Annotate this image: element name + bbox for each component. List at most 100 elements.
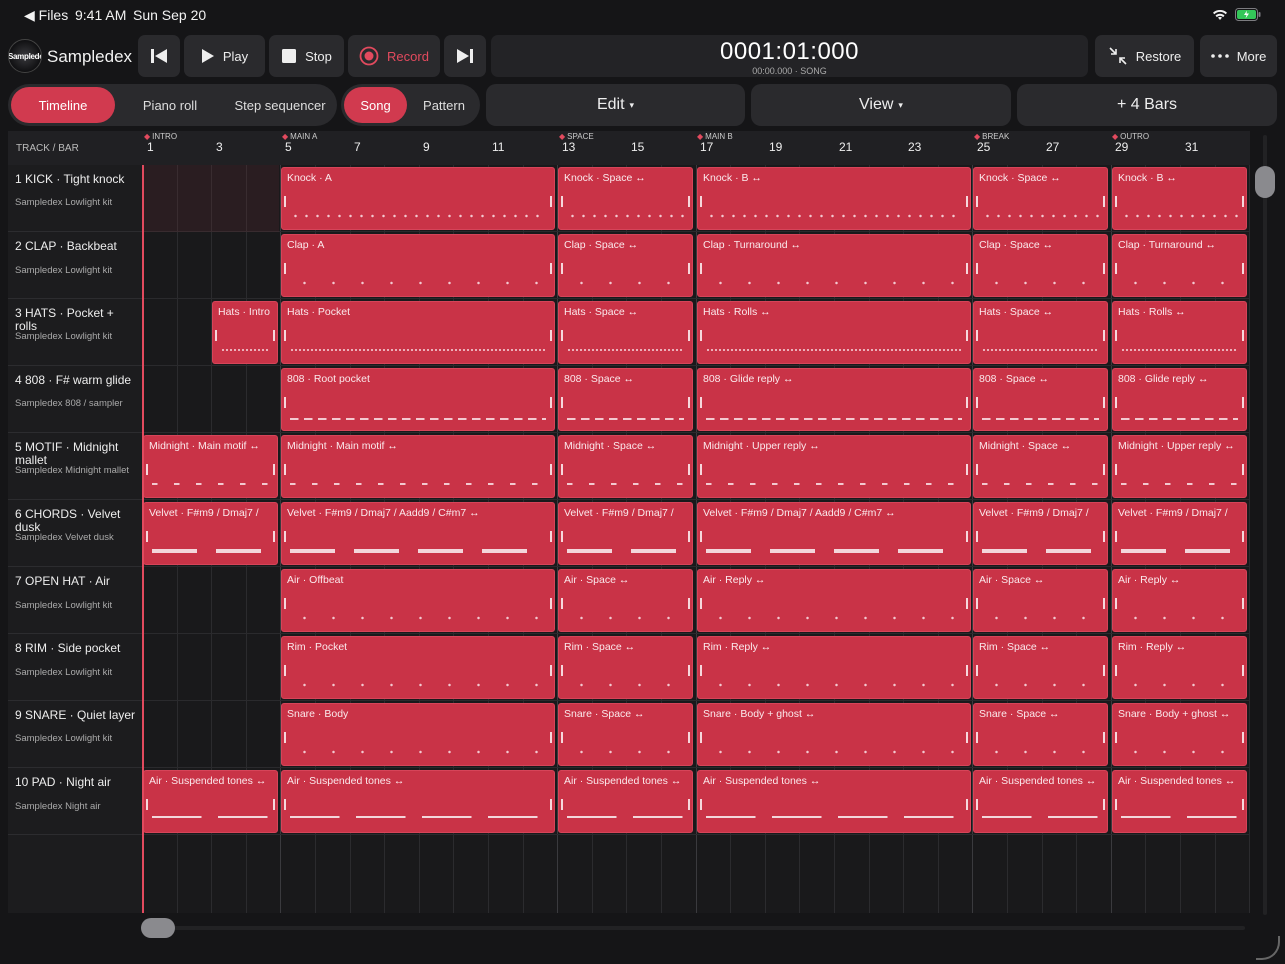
clip[interactable]: Air · Suspended tones ↔ (697, 770, 971, 833)
clip-left-handle[interactable] (561, 330, 563, 341)
clip-right-handle[interactable] (1103, 732, 1105, 743)
clip-left-handle[interactable] (976, 397, 978, 408)
clip[interactable]: Rim · Reply ↔ (1112, 636, 1247, 699)
clip-left-handle[interactable] (1115, 196, 1117, 207)
clip[interactable]: Rim · Space ↔ (973, 636, 1108, 699)
track-lane[interactable]: Clap · A Clap · Space ↔ Clap · Turnaround … (142, 232, 1250, 299)
edit-menu-button[interactable]: Edit ▾ (486, 84, 745, 126)
clip-left-handle[interactable] (700, 330, 702, 341)
clip[interactable]: Air · Reply ↔ (1112, 569, 1247, 632)
tab-step-sequencer[interactable]: Step sequencer (227, 87, 333, 123)
track-lanes[interactable]: Knock · A Knock · Space ↔ Knock · B ↔ Knock… (142, 165, 1250, 913)
track-header[interactable]: 2 CLAP · Backbeat Sampledex Lowlight kit (8, 232, 142, 299)
clip-right-handle[interactable] (550, 598, 552, 609)
clip[interactable]: Air · Reply ↔ (697, 569, 971, 632)
clip-right-handle[interactable] (1103, 598, 1105, 609)
clip-left-handle[interactable] (561, 263, 563, 274)
clip-right-handle[interactable] (966, 531, 968, 542)
clip-right-handle[interactable] (550, 196, 552, 207)
clip[interactable]: 808 · Root pocket (281, 368, 555, 431)
clip-right-handle[interactable] (1103, 665, 1105, 676)
tab-piano-roll[interactable]: Piano roll (118, 87, 222, 123)
clip-right-handle[interactable] (688, 732, 690, 743)
clip-left-handle[interactable] (1115, 598, 1117, 609)
clip-right-handle[interactable] (966, 397, 968, 408)
clip-right-handle[interactable] (550, 665, 552, 676)
clip-left-handle[interactable] (561, 464, 563, 475)
clip[interactable]: 808 · Space ↔ (973, 368, 1108, 431)
record-button[interactable]: Record (348, 35, 440, 77)
clip-left-handle[interactable] (284, 263, 286, 274)
clip-left-handle[interactable] (1115, 330, 1117, 341)
clip-left-handle[interactable] (976, 330, 978, 341)
track-header[interactable]: 7 OPEN HAT · Air Sampledex Lowlight kit (8, 567, 142, 634)
clip-left-handle[interactable] (976, 732, 978, 743)
track-header[interactable]: 6 CHORDS · Velvet dusk Sampledex Velvet d… (8, 500, 142, 567)
clip[interactable]: Air · Offbeat (281, 569, 555, 632)
clip-right-handle[interactable] (1242, 732, 1244, 743)
bar-ruler[interactable]: ◆ INTRO ◆ MAIN A ◆ SPACE ◆ MAIN B ◆ BREAK ◆ OU… (142, 131, 1250, 165)
clip-right-handle[interactable] (688, 531, 690, 542)
horizontal-scrollbar[interactable] (141, 918, 175, 938)
clip-right-handle[interactable] (550, 799, 552, 810)
clip[interactable]: Knock · B ↔ (697, 167, 971, 230)
clip[interactable]: Snare · Space ↔ (973, 703, 1108, 766)
clip[interactable]: Midnight · Space ↔ (558, 435, 693, 498)
clip-left-handle[interactable] (700, 665, 702, 676)
clip[interactable]: Velvet · F#m9 / Dmaj7 / Aadd9 / C#m7 ↔ (281, 502, 555, 565)
clip-left-handle[interactable] (284, 732, 286, 743)
clip-right-handle[interactable] (550, 263, 552, 274)
clip-left-handle[interactable] (976, 263, 978, 274)
clip[interactable]: 808 · Glide reply ↔ (1112, 368, 1247, 431)
vertical-scrollbar[interactable] (1255, 166, 1275, 198)
clip-right-handle[interactable] (1103, 263, 1105, 274)
play-button[interactable]: Play (184, 35, 265, 77)
clip[interactable]: Clap · A (281, 234, 555, 297)
clip-right-handle[interactable] (273, 330, 275, 341)
clip-right-handle[interactable] (550, 732, 552, 743)
track-lane[interactable]: Velvet · F#m9 / Dmaj7 / Velvet · F#m9 / D… (142, 500, 1250, 567)
clip-right-handle[interactable] (1242, 196, 1244, 207)
clip-left-handle[interactable] (976, 665, 978, 676)
clip-right-handle[interactable] (550, 330, 552, 341)
clip-right-handle[interactable] (688, 598, 690, 609)
clip[interactable]: Clap · Turnaround ↔ (697, 234, 971, 297)
clip-right-handle[interactable] (966, 598, 968, 609)
clip-right-handle[interactable] (688, 799, 690, 810)
resize-handle[interactable] (1256, 936, 1280, 960)
clip-right-handle[interactable] (688, 397, 690, 408)
clip-left-handle[interactable] (700, 464, 702, 475)
clip[interactable]: Rim · Reply ↔ (697, 636, 971, 699)
tab-timeline[interactable]: Timeline (11, 87, 115, 123)
skip-back-button[interactable] (138, 35, 180, 77)
clip[interactable]: Snare · Body + ghost ↔ (1112, 703, 1247, 766)
clip[interactable]: Midnight · Main motif ↔ (281, 435, 555, 498)
track-header[interactable]: 4 808 · F# warm glide Sampledex 808 / sam… (8, 366, 142, 433)
track-header[interactable]: 5 MOTIF · Midnight mallet Sampledex Midni… (8, 433, 142, 500)
clip-left-handle[interactable] (976, 464, 978, 475)
stop-button[interactable]: Stop (269, 35, 344, 77)
clip-right-handle[interactable] (1242, 464, 1244, 475)
clip[interactable]: Midnight · Space ↔ (973, 435, 1108, 498)
clip-left-handle[interactable] (561, 531, 563, 542)
clip-left-handle[interactable] (700, 263, 702, 274)
clip-left-handle[interactable] (1115, 397, 1117, 408)
clip-right-handle[interactable] (966, 330, 968, 341)
clip-right-handle[interactable] (1103, 196, 1105, 207)
clip[interactable]: 808 · Glide reply ↔ (697, 368, 971, 431)
clip-right-handle[interactable] (966, 263, 968, 274)
track-header[interactable]: 9 SNARE · Quiet layer Sampledex Lowlight … (8, 701, 142, 768)
clip-right-handle[interactable] (966, 196, 968, 207)
clip[interactable]: Rim · Pocket (281, 636, 555, 699)
clip-left-handle[interactable] (284, 464, 286, 475)
clip-right-handle[interactable] (1103, 531, 1105, 542)
clip[interactable]: Hats · Intro (212, 301, 278, 364)
clip[interactable]: 808 · Space ↔ (558, 368, 693, 431)
clip-right-handle[interactable] (688, 330, 690, 341)
track-header[interactable]: 10 PAD · Night air Sampledex Night air (8, 768, 142, 835)
playhead[interactable] (142, 165, 144, 913)
clip-right-handle[interactable] (550, 464, 552, 475)
clip-left-handle[interactable] (561, 598, 563, 609)
clip-left-handle[interactable] (561, 799, 563, 810)
clip[interactable]: Air · Suspended tones ↔ (558, 770, 693, 833)
